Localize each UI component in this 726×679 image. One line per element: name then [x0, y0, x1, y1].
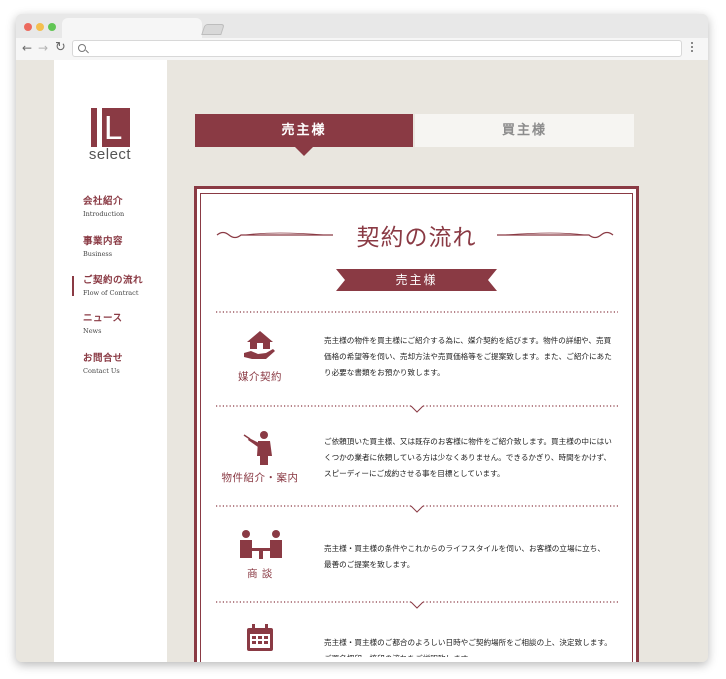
step-description: 売主様・買主様のご都合のよろしい日時やご契約場所をご相談の上、決定致します。ご署…	[324, 638, 612, 657]
section-ribbon-label: 売主様	[395, 273, 438, 287]
nav-label: 事業内容	[83, 236, 124, 247]
step-divider	[216, 311, 618, 313]
logo-wordmark: select	[88, 146, 132, 163]
meeting-icon	[240, 530, 282, 559]
calendar-icon	[247, 624, 273, 651]
tab-seller[interactable]: 売主様	[195, 114, 413, 147]
right-flourish-ornament	[497, 231, 614, 239]
nav-news[interactable]: ニュース News	[83, 312, 167, 337]
nav-sublabel: Business	[83, 250, 113, 258]
browser-window: ← → ↻ L select 会社紹介 Introduction 事業内容 Bu…	[16, 14, 708, 662]
nav-sublabel: Flow of Contract	[83, 289, 139, 297]
nav-label: ご契約の流れ	[83, 275, 144, 286]
logo-bar	[97, 108, 102, 147]
nav-flow-of-contract[interactable]: ご契約の流れ Flow of Contract	[83, 274, 167, 299]
reload-icon[interactable]: ↻	[55, 39, 66, 57]
nav-label: お問合せ	[83, 353, 124, 364]
browser-tab[interactable]	[62, 18, 202, 38]
forward-arrow-icon[interactable]: →	[38, 39, 48, 57]
address-bar[interactable]	[72, 40, 682, 57]
flow-panel-inner-border	[200, 193, 633, 662]
nav-business[interactable]: 事業内容 Business	[83, 235, 167, 260]
sidebar: L select 会社紹介 Introduction 事業内容 Business…	[54, 60, 167, 662]
close-window-button[interactable]	[24, 23, 32, 31]
step-description: 売主様・買主様の条件やこれからのライフスタイルを伺い、お客様の立場に立ち、最善の…	[324, 544, 605, 569]
nav-sublabel: Introduction	[83, 210, 125, 218]
minimize-window-button[interactable]	[36, 23, 44, 31]
browser-menu-icon[interactable]	[691, 42, 693, 54]
page-content: L select 会社紹介 Introduction 事業内容 Business…	[16, 60, 708, 662]
step-divider	[216, 405, 618, 413]
nav-contact[interactable]: お問合せ Contact Us	[83, 352, 167, 377]
back-arrow-icon[interactable]: ←	[22, 39, 32, 57]
step-label: 物件紹介・案内	[221, 472, 299, 484]
step-description: 売主様の物件を買主様にご紹介する為に、媒介契約を結びます。物件の詳細や、売買価格…	[324, 336, 612, 377]
zoom-window-button[interactable]	[48, 23, 56, 31]
presenter-icon	[243, 431, 272, 465]
step-label: 媒介契約	[238, 371, 282, 383]
step-description: ご依頼頂いた買主様、又は既存のお客様に物件をご紹介致します。買主様の中にはいくつ…	[324, 437, 612, 478]
nav-label: 会社紹介	[83, 196, 124, 207]
nav-introduction[interactable]: 会社紹介 Introduction	[83, 195, 167, 220]
house-in-hand-icon	[244, 331, 275, 359]
browser-chrome: ← → ↻	[16, 14, 708, 60]
step-divider	[216, 505, 618, 513]
step-label: 商 談	[247, 568, 273, 580]
active-nav-marker	[72, 276, 74, 296]
tab-buyer[interactable]: 買主様	[415, 114, 634, 147]
logo-mark[interactable]: L	[91, 108, 130, 147]
step-divider	[216, 601, 618, 609]
logo-letter: L	[104, 109, 123, 146]
new-tab-button[interactable]	[201, 24, 225, 35]
nav-sublabel: Contact Us	[83, 367, 120, 375]
magnifier-icon	[78, 44, 86, 52]
nav-sublabel: News	[83, 327, 102, 335]
nav-label: ニュース	[83, 313, 123, 324]
active-tab-pointer	[295, 147, 313, 156]
